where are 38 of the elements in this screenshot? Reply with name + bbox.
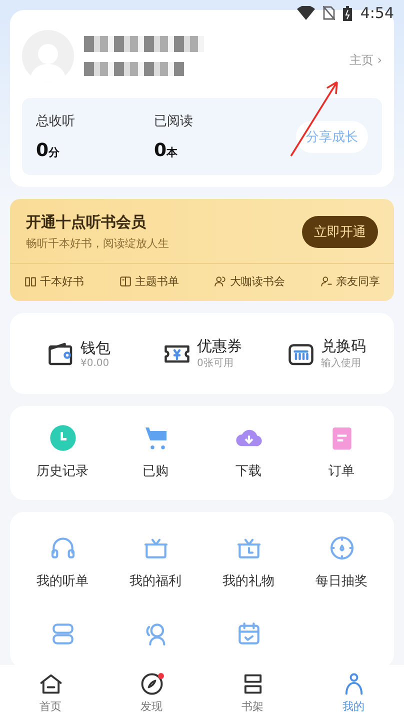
stat-label: 已阅读 bbox=[154, 113, 194, 130]
perk-label[interactable]: 主题书单 bbox=[135, 274, 179, 289]
stat-value: 0本 bbox=[154, 140, 179, 161]
wallet-item-subtitle: 0张可用 bbox=[197, 356, 234, 370]
compass-icon bbox=[138, 671, 164, 697]
shortcut-label[interactable]: 已购 bbox=[142, 462, 168, 480]
perk-label[interactable]: 亲友同享 bbox=[336, 274, 380, 289]
vip-subtitle: 畅听千本好书，阅读绽放人生 bbox=[26, 236, 169, 251]
tab[interactable]: 书架 bbox=[202, 665, 303, 720]
wallet-item-subtitle: ¥0.00 bbox=[80, 358, 110, 368]
wallet-item-subtitle: 输入使用 bbox=[321, 356, 362, 370]
perk-label[interactable]: 大咖读书会 bbox=[230, 274, 285, 289]
wallet-item-title[interactable]: 兑换码 bbox=[321, 337, 366, 356]
tab[interactable]: 发现 bbox=[101, 665, 202, 720]
service-label[interactable]: 每日抽奖 bbox=[316, 572, 368, 590]
wifi-icon bbox=[297, 6, 316, 20]
people-icon bbox=[214, 275, 227, 288]
stat-label: 总收听 bbox=[36, 113, 76, 130]
vip-title: 开通十点听书会员 bbox=[26, 213, 147, 232]
person-icon bbox=[320, 275, 333, 288]
service-label[interactable]: 我的福利 bbox=[130, 572, 182, 590]
shortcut-label[interactable]: 下载 bbox=[236, 462, 262, 480]
stat-value: 0分 bbox=[36, 140, 61, 161]
status-time: 4:54 bbox=[360, 4, 394, 22]
shortcut-label[interactable]: 历史记录 bbox=[36, 462, 88, 480]
service-label[interactable]: 我的礼物 bbox=[222, 572, 274, 590]
open-book-icon bbox=[24, 275, 37, 288]
perk-label[interactable]: 千本好书 bbox=[40, 274, 84, 289]
wallet-item-title[interactable]: 钱包 bbox=[80, 338, 110, 358]
no-sim-icon bbox=[323, 6, 336, 20]
booklist-icon bbox=[119, 275, 132, 288]
service-label[interactable]: 我的听单 bbox=[36, 572, 88, 590]
shortcut-label[interactable]: 订单 bbox=[328, 462, 354, 480]
clock-icon bbox=[48, 424, 76, 452]
tab[interactable]: 首页 bbox=[0, 665, 101, 720]
wheel-icon bbox=[328, 534, 356, 562]
activate-button[interactable]: 立即开通 bbox=[302, 216, 378, 248]
wallet-item-title[interactable]: 优惠券 bbox=[197, 337, 242, 356]
